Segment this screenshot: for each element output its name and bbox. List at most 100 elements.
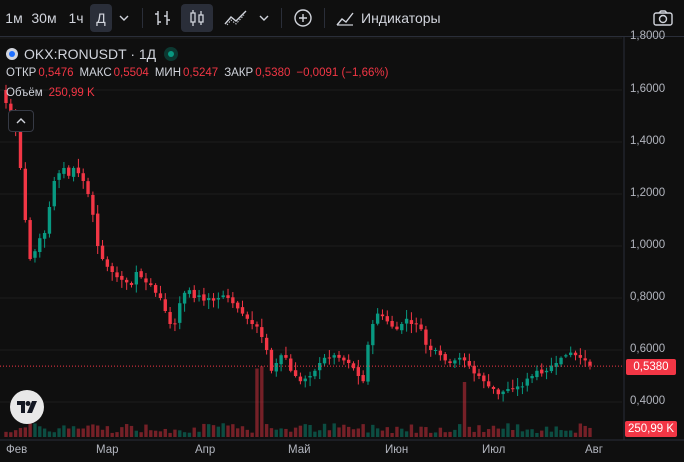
volume-bar (588, 427, 592, 437)
candle (110, 266, 114, 272)
volume-bar (163, 428, 167, 437)
candle (448, 361, 452, 363)
change-value: −0,0091 (−1,66%) (296, 67, 389, 79)
toolbar-separator (281, 8, 282, 28)
volume-bar (197, 431, 201, 437)
volume-row[interactable]: Объём 250,99 K (6, 84, 394, 102)
volume-bar (168, 432, 172, 437)
candle (419, 324, 423, 330)
volume-bar (342, 424, 346, 437)
price-scale-label: 1,6000 (630, 83, 666, 95)
time-scale-label: Авг (585, 444, 603, 456)
chart-style-dropdown-button[interactable] (253, 4, 275, 32)
toolbar-separator (142, 8, 143, 28)
volume-bar (540, 430, 544, 437)
volume-bar (525, 429, 529, 437)
candle (235, 302, 240, 309)
candle (569, 352, 573, 356)
symbol-title[interactable]: OKX:RONUSDT · 1Д (24, 46, 156, 62)
tradingview-logo[interactable] (10, 390, 44, 424)
indicators-icon (336, 12, 354, 26)
candle (346, 359, 351, 363)
volume-bar (472, 431, 476, 437)
candle (129, 283, 134, 285)
time-scale-label: Апр (195, 444, 216, 456)
volume-bar (134, 430, 139, 437)
high-label: МАКС (79, 67, 112, 79)
candle (91, 194, 95, 215)
volume-bar (506, 423, 510, 437)
volume-bar (385, 427, 389, 437)
candle (245, 314, 250, 319)
candles-style-button[interactable] (181, 4, 213, 32)
volume-bar (356, 428, 361, 437)
candle (530, 376, 534, 379)
top-toolbar: 1м 30м 1ч Д Индикаторы (0, 0, 684, 37)
volume-bar (564, 430, 568, 437)
candle (385, 316, 389, 322)
volume-bar (313, 431, 317, 437)
candle (564, 355, 568, 357)
intervals-dropdown-button[interactable] (112, 4, 136, 32)
area-chart-icon (224, 10, 247, 26)
toolbar-separator (324, 8, 325, 28)
volume-bar (433, 432, 438, 437)
volume-bar (443, 432, 447, 437)
collapse-legend-button[interactable] (8, 110, 34, 132)
candle (472, 365, 476, 374)
volume-bar (110, 432, 114, 437)
candle (47, 207, 52, 234)
candle (535, 370, 539, 378)
bars-style-button[interactable] (149, 4, 177, 32)
volume-bar (491, 425, 496, 437)
volume-bar (144, 424, 148, 437)
symbol-row[interactable]: OKX:RONUSDT · 1Д (6, 44, 394, 64)
candle (482, 375, 486, 382)
volume-bar (255, 368, 259, 437)
snapshot-button[interactable] (648, 4, 678, 32)
area-style-button[interactable] (219, 4, 253, 32)
volume-bar (573, 432, 578, 437)
volume-bar (71, 426, 76, 437)
indicators-button[interactable]: Индикаторы (331, 4, 445, 32)
volume-bar (496, 428, 500, 437)
candle (332, 355, 336, 358)
volume-bar (303, 424, 307, 437)
interval-1h-button[interactable]: 1ч (62, 4, 90, 32)
time-scale-label: Май (288, 444, 311, 456)
volume-bar (76, 428, 81, 437)
volume-bar (182, 432, 187, 437)
interval-1m-button[interactable]: 1м (2, 4, 26, 32)
market-status-icon[interactable] (164, 47, 179, 61)
interval-1d-button[interactable]: Д (90, 4, 112, 32)
volume-bar (327, 430, 332, 437)
volume-bar (429, 432, 433, 437)
volume-bar (250, 432, 254, 437)
volume-bar (424, 427, 428, 437)
volume-bar (583, 425, 587, 437)
candle (269, 349, 274, 371)
candle (390, 320, 394, 327)
candle (298, 376, 303, 382)
volume-bar (544, 426, 549, 437)
candle (525, 378, 529, 386)
candle (457, 357, 462, 360)
volume-bar (18, 428, 23, 437)
candle (134, 272, 139, 285)
candle (120, 275, 124, 280)
candle (477, 373, 481, 376)
candle (42, 233, 47, 239)
volume-bar (501, 428, 505, 437)
chevron-down-icon (119, 15, 129, 21)
volume-bar (559, 430, 563, 437)
volume-bar (448, 431, 452, 437)
volume-bar (337, 427, 341, 437)
candle (105, 259, 110, 267)
volume-bar (289, 431, 293, 437)
candle (81, 173, 85, 181)
interval-30m-button[interactable]: 30м (26, 4, 62, 32)
compare-symbol-button[interactable] (288, 4, 318, 32)
volume-bar (404, 431, 409, 437)
volume-bar (100, 429, 105, 437)
volume-bar (380, 430, 385, 437)
